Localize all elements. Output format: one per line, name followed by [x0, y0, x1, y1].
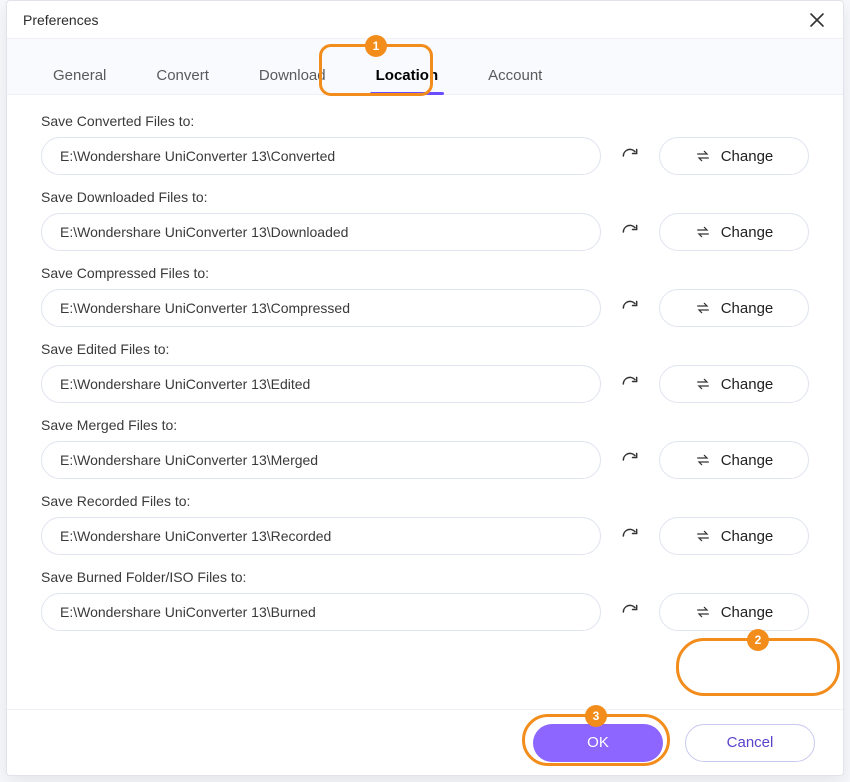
label-edited: Save Edited Files to:: [41, 341, 809, 357]
refresh-icon: [620, 374, 640, 394]
open-folder-edited[interactable]: [619, 373, 641, 395]
open-folder-converted[interactable]: [619, 145, 641, 167]
path-input-merged[interactable]: [41, 441, 601, 479]
open-folder-compressed[interactable]: [619, 297, 641, 319]
refresh-icon: [620, 298, 640, 318]
label-burned: Save Burned Folder/ISO Files to:: [41, 569, 809, 585]
field-converted: Save Converted Files to: Change: [41, 113, 809, 175]
refresh-icon: [620, 222, 640, 242]
ok-button[interactable]: OK: [533, 724, 663, 762]
swap-icon: [695, 528, 711, 544]
path-input-recorded[interactable]: [41, 517, 601, 555]
change-button-downloaded[interactable]: Change: [659, 213, 809, 251]
content-area: Save Converted Files to: Change Save Dow…: [7, 95, 843, 631]
tab-general[interactable]: General: [47, 55, 112, 94]
path-input-converted[interactable]: [41, 137, 601, 175]
change-button-recorded[interactable]: Change: [659, 517, 809, 555]
field-edited: Save Edited Files to: Change: [41, 341, 809, 403]
swap-icon: [695, 452, 711, 468]
tab-download[interactable]: Download: [253, 55, 332, 94]
tab-location[interactable]: Location: [370, 55, 445, 94]
change-label: Change: [721, 528, 774, 545]
tab-bar: General Convert Download Location Accoun…: [7, 39, 843, 95]
swap-icon: [695, 148, 711, 164]
cancel-button[interactable]: Cancel: [685, 724, 815, 762]
change-button-merged[interactable]: Change: [659, 441, 809, 479]
open-folder-burned[interactable]: [619, 601, 641, 623]
open-folder-merged[interactable]: [619, 449, 641, 471]
path-input-downloaded[interactable]: [41, 213, 601, 251]
change-label: Change: [721, 148, 774, 165]
change-button-burned[interactable]: Change: [659, 593, 809, 631]
field-downloaded: Save Downloaded Files to: Change: [41, 189, 809, 251]
path-input-burned[interactable]: [41, 593, 601, 631]
field-recorded: Save Recorded Files to: Change: [41, 493, 809, 555]
field-merged: Save Merged Files to: Change: [41, 417, 809, 479]
change-button-edited[interactable]: Change: [659, 365, 809, 403]
label-recorded: Save Recorded Files to:: [41, 493, 809, 509]
change-label: Change: [721, 224, 774, 241]
window-title: Preferences: [23, 12, 98, 28]
change-label: Change: [721, 452, 774, 469]
change-label: Change: [721, 376, 774, 393]
refresh-icon: [620, 526, 640, 546]
tab-account[interactable]: Account: [482, 55, 548, 94]
dialog-footer: OK Cancel: [7, 709, 843, 775]
tab-convert[interactable]: Convert: [150, 55, 215, 94]
label-compressed: Save Compressed Files to:: [41, 265, 809, 281]
field-compressed: Save Compressed Files to: Change: [41, 265, 809, 327]
path-input-edited[interactable]: [41, 365, 601, 403]
label-merged: Save Merged Files to:: [41, 417, 809, 433]
label-downloaded: Save Downloaded Files to:: [41, 189, 809, 205]
refresh-icon: [620, 602, 640, 622]
swap-icon: [695, 604, 711, 620]
change-button-converted[interactable]: Change: [659, 137, 809, 175]
title-bar: Preferences: [7, 1, 843, 39]
change-label: Change: [721, 604, 774, 621]
refresh-icon: [620, 450, 640, 470]
change-button-compressed[interactable]: Change: [659, 289, 809, 327]
open-folder-downloaded[interactable]: [619, 221, 641, 243]
change-label: Change: [721, 300, 774, 317]
close-button[interactable]: [807, 10, 827, 30]
swap-icon: [695, 300, 711, 316]
close-icon: [809, 12, 825, 28]
swap-icon: [695, 224, 711, 240]
refresh-icon: [620, 146, 640, 166]
swap-icon: [695, 376, 711, 392]
path-input-compressed[interactable]: [41, 289, 601, 327]
preferences-dialog: Preferences General Convert Download Loc…: [6, 0, 844, 776]
label-converted: Save Converted Files to:: [41, 113, 809, 129]
open-folder-recorded[interactable]: [619, 525, 641, 547]
field-burned: Save Burned Folder/ISO Files to: Change: [41, 569, 809, 631]
